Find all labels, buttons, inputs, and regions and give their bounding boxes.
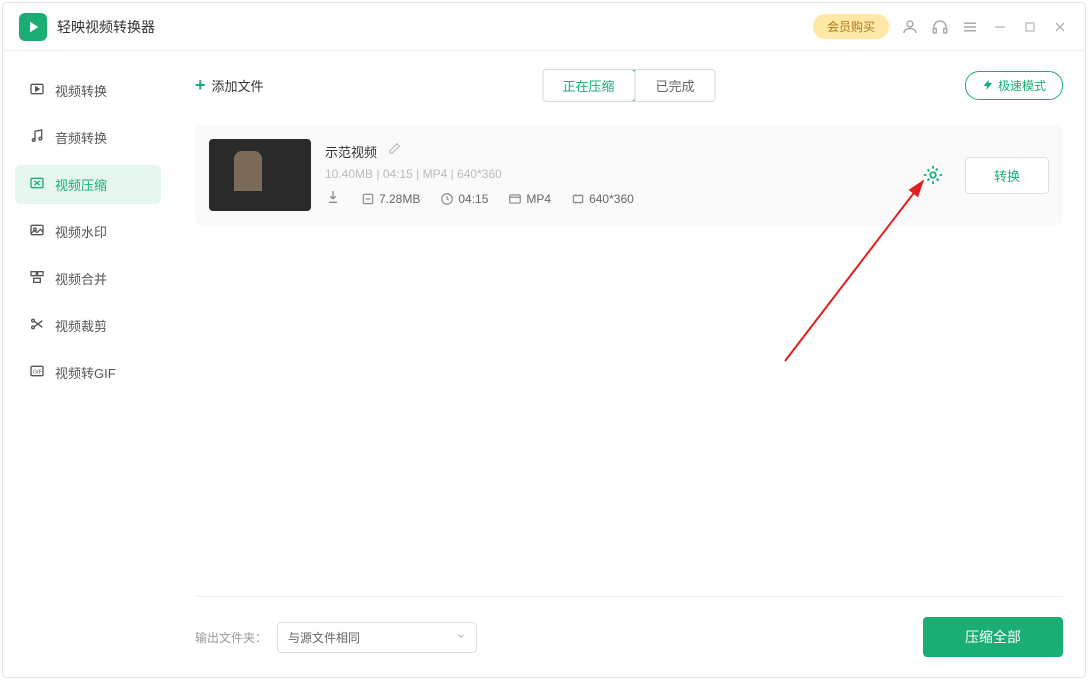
scissors-icon [29, 316, 45, 335]
edit-name-icon[interactable] [387, 142, 401, 161]
compress-icon [29, 175, 45, 194]
fast-mode-button[interactable]: 极速模式 [965, 71, 1063, 100]
compress-all-button[interactable]: 压缩全部 [923, 617, 1063, 657]
target-duration: 04:15 [440, 192, 488, 206]
user-icon[interactable] [901, 18, 919, 36]
settings-gear-icon[interactable] [919, 161, 947, 189]
sidebar: 视频转换 音频转换 视频压缩 视频水印 视频合并 视频裁剪 [3, 51, 173, 677]
menu-icon[interactable] [961, 18, 979, 36]
sidebar-item-trim[interactable]: 视频裁剪 [15, 306, 161, 345]
sidebar-item-label: 视频合并 [55, 269, 107, 288]
app-title: 轻映视频转换器 [57, 17, 155, 37]
output-folder-label: 输出文件夹： [195, 629, 267, 646]
chevron-down-icon [456, 630, 466, 644]
watermark-icon [29, 222, 45, 241]
convert-button[interactable]: 转换 [965, 157, 1049, 194]
sidebar-item-audio-convert[interactable]: 音频转换 [15, 118, 161, 157]
tab-done[interactable]: 已完成 [635, 70, 715, 101]
arrow-down-icon [325, 189, 341, 208]
audio-icon [29, 128, 45, 147]
sidebar-item-gif[interactable]: GIF 视频转GIF [15, 353, 161, 392]
target-format: MP4 [508, 192, 551, 206]
sidebar-item-video-compress[interactable]: 视频压缩 [15, 165, 161, 204]
file-item: 示范视频 10.40MB | 04:15 | MP4 | 640*360 [195, 125, 1063, 225]
merge-icon [29, 269, 45, 288]
sidebar-item-label: 视频转GIF [55, 363, 116, 382]
gif-icon: GIF [29, 363, 45, 382]
plus-icon: + [195, 75, 206, 96]
sidebar-item-label: 视频裁剪 [55, 316, 107, 335]
app-logo-icon [19, 13, 47, 41]
svg-text:GIF: GIF [33, 370, 43, 376]
target-resolution: 640*360 [571, 192, 634, 206]
target-size: 7.28MB [361, 192, 420, 206]
convert-icon [29, 81, 45, 100]
output-folder-select[interactable]: 与源文件相同 [277, 622, 477, 653]
add-file-button[interactable]: + 添加文件 [195, 75, 264, 96]
original-meta: 10.40MB | 04:15 | MP4 | 640*360 [325, 167, 919, 181]
mode-label: 极速模式 [998, 77, 1046, 94]
headset-icon[interactable] [931, 18, 949, 36]
video-thumbnail[interactable] [209, 139, 311, 211]
output-folder-value: 与源文件相同 [288, 629, 360, 646]
sidebar-item-label: 视频水印 [55, 222, 107, 241]
titlebar: 轻映视频转换器 会员购买 [3, 3, 1085, 51]
add-file-label: 添加文件 [212, 76, 264, 95]
sidebar-item-video-convert[interactable]: 视频转换 [15, 71, 161, 110]
sidebar-item-watermark[interactable]: 视频水印 [15, 212, 161, 251]
sidebar-item-label: 视频转换 [55, 81, 107, 100]
sidebar-item-label: 视频压缩 [55, 175, 107, 194]
close-icon[interactable] [1051, 18, 1069, 36]
sidebar-item-merge[interactable]: 视频合并 [15, 259, 161, 298]
maximize-icon[interactable] [1021, 18, 1039, 36]
sidebar-item-label: 音频转换 [55, 128, 107, 147]
status-tabs: 正在压缩 已完成 [542, 69, 715, 102]
file-name: 示范视频 [325, 142, 377, 161]
minimize-icon[interactable] [991, 18, 1009, 36]
tab-processing[interactable]: 正在压缩 [542, 69, 635, 102]
vip-purchase-button[interactable]: 会员购买 [813, 14, 889, 39]
